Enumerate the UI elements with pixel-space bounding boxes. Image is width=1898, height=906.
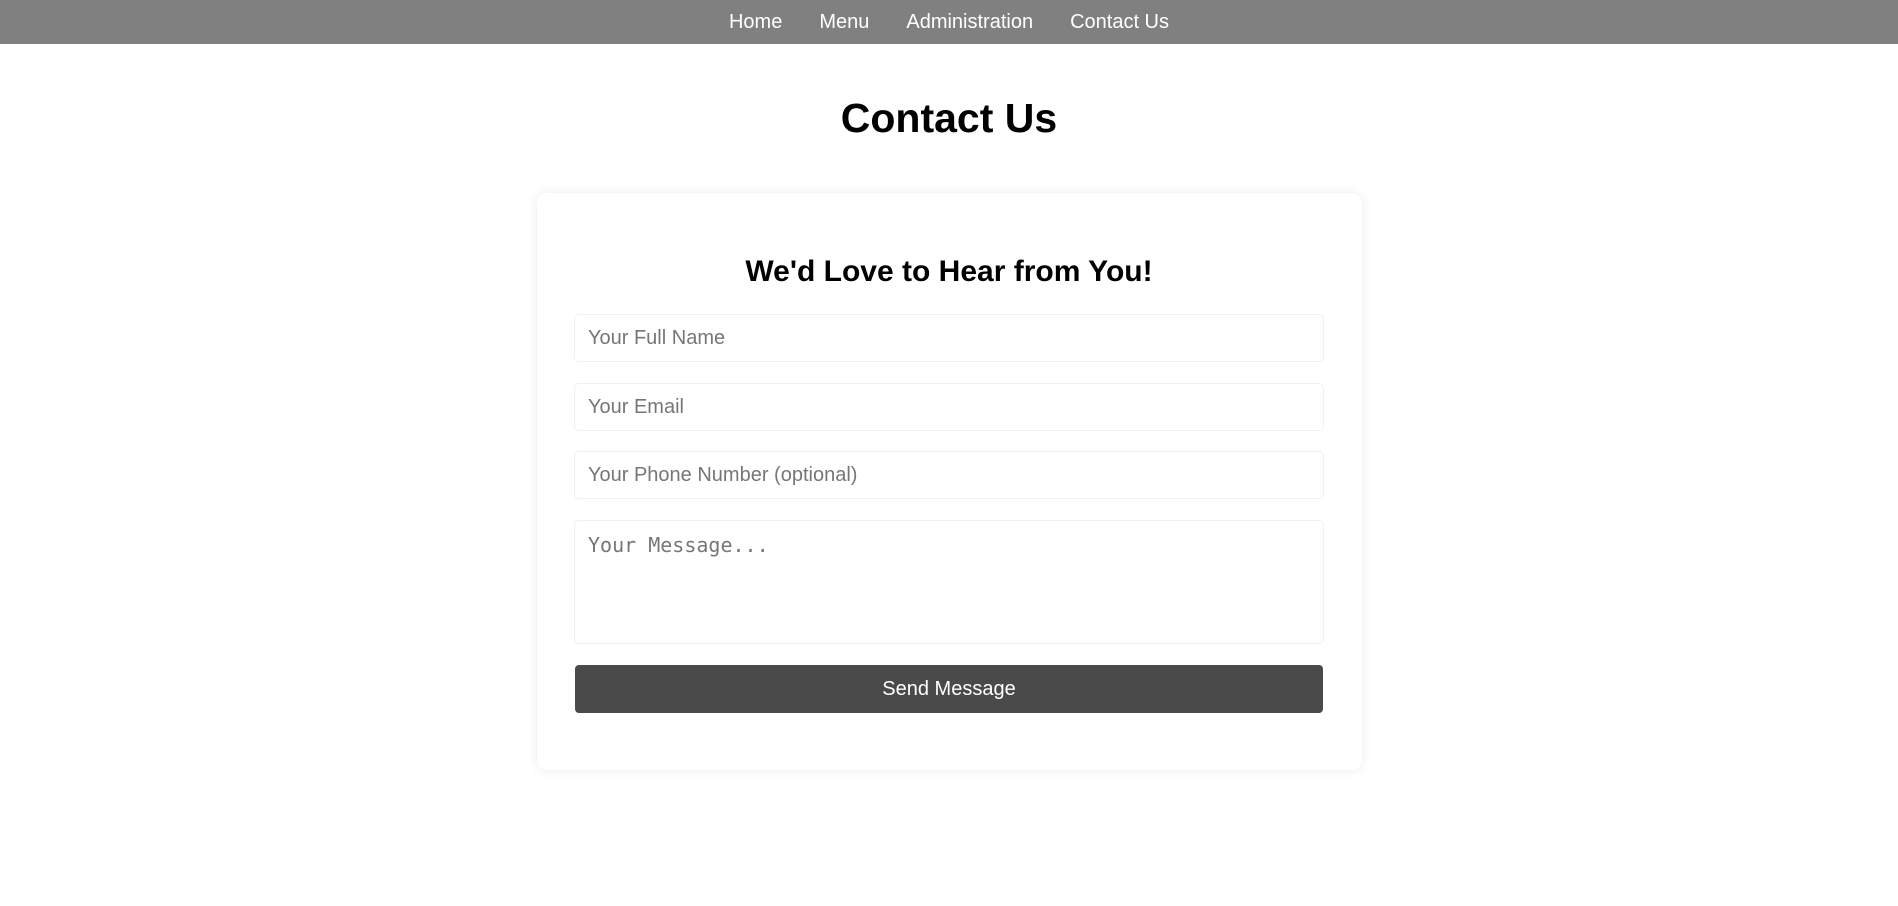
nav-link-contact-us[interactable]: Contact Us xyxy=(1070,0,1169,44)
full-name-input[interactable] xyxy=(574,314,1324,362)
nav-link-menu[interactable]: Menu xyxy=(819,0,869,44)
phone-input[interactable] xyxy=(574,451,1324,499)
send-message-button[interactable]: Send Message xyxy=(575,665,1323,713)
top-navbar: Home Menu Administration Contact Us xyxy=(0,0,1898,44)
email-input[interactable] xyxy=(574,383,1324,431)
nav-link-administration[interactable]: Administration xyxy=(906,0,1033,44)
page-title: Contact Us xyxy=(840,95,1058,141)
message-textarea[interactable] xyxy=(574,520,1324,644)
nav-link-home[interactable]: Home xyxy=(729,0,782,44)
form-heading: We'd Love to Hear from You! xyxy=(745,255,1153,288)
